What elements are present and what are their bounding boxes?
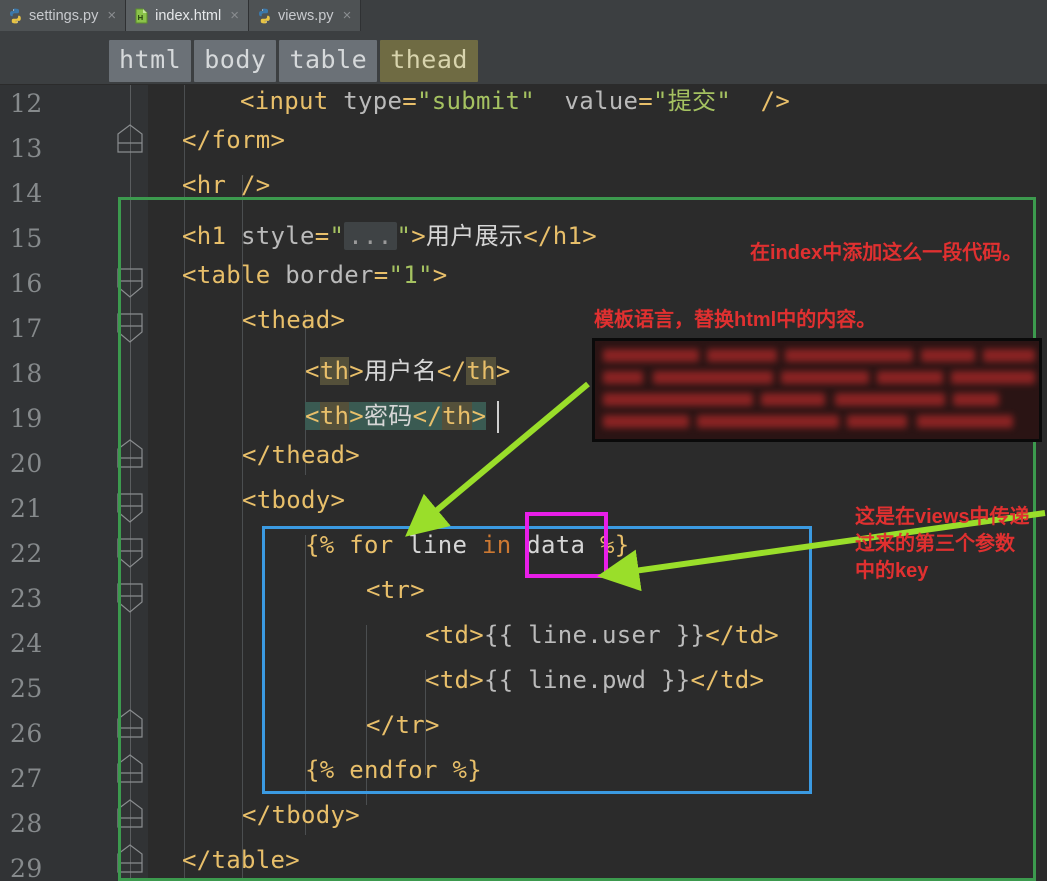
line-number: 16 (10, 269, 43, 298)
tab-bar-filler (361, 0, 1047, 31)
code-line-16[interactable]: <table border="1"> (182, 261, 448, 289)
line-number: 26 (10, 719, 43, 748)
indent-guide (305, 535, 306, 835)
line-number: 17 (10, 314, 43, 343)
breadcrumb: html body table thead (109, 40, 478, 82)
text-caret (497, 401, 499, 433)
code-editor-window: settings.py × index.html × views.py × ht… (0, 0, 1047, 881)
close-icon[interactable]: × (343, 8, 352, 23)
html-file-icon (134, 8, 149, 24)
code-line-12[interactable]: <input type="submit" value="提交" /> (240, 85, 790, 116)
tab-views-py[interactable]: views.py × (248, 0, 362, 31)
line-number: 29 (10, 854, 43, 881)
tab-label: settings.py (29, 7, 99, 24)
code-line-28[interactable]: </tbody> (242, 801, 360, 829)
line-number: 14 (10, 179, 43, 208)
line-number: 18 (10, 359, 43, 388)
code-line-27[interactable]: {% endfor %} (305, 756, 482, 784)
code-line-14[interactable]: <hr /> (182, 171, 271, 199)
code-line-22[interactable]: {% for line in data %} (305, 531, 630, 559)
close-icon[interactable]: × (107, 8, 116, 23)
line-number: 25 (10, 674, 43, 703)
code-line-21[interactable]: <tbody> (242, 486, 345, 514)
tab-label: index.html (155, 7, 222, 24)
code-line-18[interactable]: <th>用户名</th> (305, 351, 511, 386)
breadcrumb-item-thead[interactable]: thead (380, 40, 478, 82)
code-line-13[interactable]: </form> (182, 126, 285, 154)
code-line-15[interactable]: <h1 style="... ">用户展示</h1> (182, 216, 597, 251)
code-content[interactable] (148, 85, 1047, 881)
breadcrumb-item-table[interactable]: table (279, 40, 378, 82)
indent-guide (184, 85, 185, 881)
tab-settings-py[interactable]: settings.py × (0, 0, 127, 31)
code-line-19[interactable]: <th>密码</th> (305, 396, 487, 431)
python-file-icon (257, 8, 272, 24)
line-number: 12 (10, 89, 43, 118)
line-number: 23 (10, 584, 43, 613)
fold-gutter[interactable] (100, 85, 148, 881)
code-line-17[interactable]: <thead> (242, 306, 345, 334)
line-number: 22 (10, 539, 43, 568)
code-line-29[interactable]: </table> (182, 846, 300, 874)
line-number: 27 (10, 764, 43, 793)
line-number: 19 (10, 404, 43, 433)
breadcrumb-bar: html body table thead (0, 31, 1047, 85)
breadcrumb-item-body[interactable]: body (194, 40, 277, 82)
line-number: 21 (10, 494, 43, 523)
code-line-26[interactable]: </tr> (366, 711, 440, 739)
close-icon[interactable]: × (230, 8, 239, 23)
line-number: 13 (10, 134, 43, 163)
code-line-23[interactable]: <tr> (366, 576, 425, 604)
fold-guide-line (130, 85, 131, 881)
code-line-25[interactable]: <td>{{ line.pwd }}</td> (425, 666, 764, 694)
tab-label: views.py (277, 7, 334, 24)
code-line-24[interactable]: <td>{{ line.user }}</td> (425, 621, 779, 649)
line-number: 24 (10, 629, 43, 658)
line-number: 15 (10, 224, 43, 253)
code-line-20[interactable]: </thead> (242, 441, 360, 469)
python-file-icon (8, 8, 23, 24)
folded-code-placeholder[interactable]: ... (344, 222, 397, 250)
breadcrumb-item-html[interactable]: html (109, 40, 192, 82)
line-number: 20 (10, 449, 43, 478)
editor-tab-bar: settings.py × index.html × views.py × (0, 0, 1047, 32)
code-editor[interactable]: 12 13 14 15 16 17 18 19 20 21 22 23 24 2… (0, 85, 1047, 881)
tab-index-html[interactable]: index.html × (126, 0, 249, 31)
line-number: 28 (10, 809, 43, 838)
